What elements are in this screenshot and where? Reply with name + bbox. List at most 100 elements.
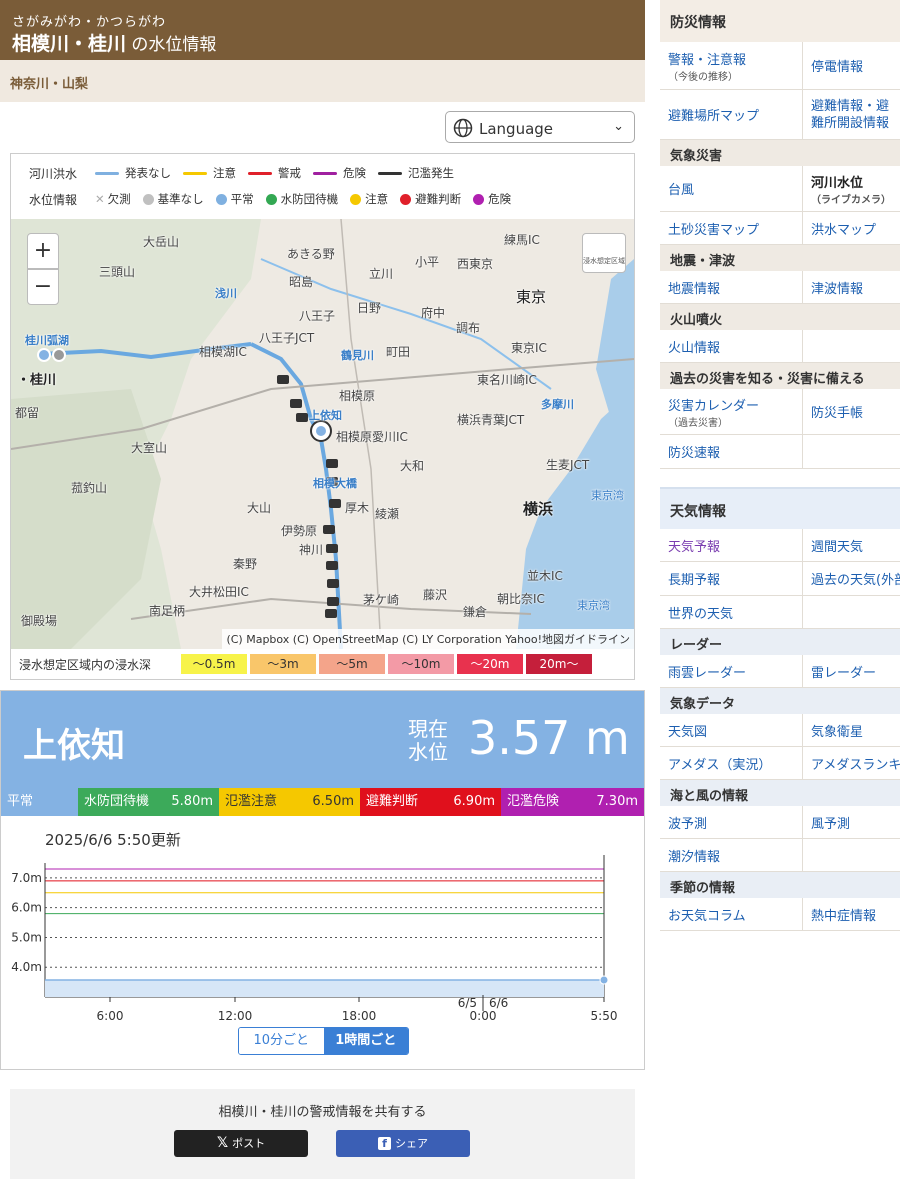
level-legend-item: ✕ 欠測: [95, 191, 131, 207]
sidebar-empty-cell: [803, 596, 900, 628]
tab-10min[interactable]: 10分ごと: [239, 1028, 324, 1054]
x-tick-label: 5:50: [591, 1009, 618, 1021]
sidebar-link-alerts[interactable]: 防災速報: [660, 435, 803, 468]
legend-label: 危険: [343, 166, 366, 180]
sidebar-link-weather-map[interactable]: 天気図: [660, 714, 803, 746]
sidebar-link-column[interactable]: お天気コラム: [660, 898, 803, 930]
sidebar-link-amedas-ranking[interactable]: アメダスランキング: [803, 747, 900, 779]
sidebar-link-evacuation[interactable]: 避難情報・避難所開設情報: [803, 90, 900, 139]
sidebar-subheading: レーダー: [660, 629, 900, 655]
sidebar-empty-cell: [803, 839, 900, 871]
map-label: 大井松田IC: [189, 585, 249, 599]
level-legend-item: 危険: [473, 191, 511, 207]
level-legend: 水位情報 ✕ 欠測 基準なし 平常 水防団待機 注意 避難判断 危険: [29, 190, 523, 208]
legend-dot-swatch: [265, 193, 277, 205]
x-post-button[interactable]: 𝕏 ポスト: [174, 1130, 308, 1157]
level-threshold-segment: 平常: [1, 788, 78, 816]
x-tick-label: 6:00: [97, 1009, 124, 1021]
sidebar-link-amedas[interactable]: アメダス（実況）: [660, 747, 803, 779]
sidebar-link-warnings[interactable]: 警報・注意報 （今後の推移）: [660, 42, 803, 89]
map-label: 茅ケ崎: [363, 593, 400, 607]
sidebar-link-tide[interactable]: 潮汐情報: [660, 839, 803, 871]
level-threshold-segment: 氾濫注意 6.50m: [219, 788, 360, 816]
legend-label: 水防団待機: [280, 192, 339, 206]
y-tick-label: 4.0m: [11, 960, 42, 974]
sidebar-link-label: 警報・注意報: [668, 52, 747, 68]
sidebar-link-flood-map[interactable]: 洪水マップ: [803, 212, 900, 244]
sidebar-subheading: 過去の災害を知る・災害に備える: [660, 363, 900, 389]
legend-dot-swatch: [400, 193, 412, 205]
legend-line-swatch: [183, 171, 207, 175]
x-tick-label: 18:00: [342, 1009, 377, 1021]
map-label: 藤沢: [423, 588, 448, 602]
threshold-value: 5.80m: [171, 794, 213, 809]
sidebar-link-satellite[interactable]: 気象衛星: [803, 714, 900, 746]
sidebar-link-rain-radar[interactable]: 雨雲レーダー: [660, 655, 803, 687]
map-label: 横浜: [523, 500, 554, 518]
sidebar-link-river-level[interactable]: 河川水位 （ライブカメラ）: [803, 166, 900, 211]
tab-1hour[interactable]: 1時間ごと: [323, 1028, 408, 1054]
sidebar-link-calendar[interactable]: 災害カレンダー （過去災害）: [660, 389, 803, 434]
legend-label: 欠測: [107, 192, 131, 206]
legend-label: 注意: [213, 166, 236, 180]
sidebar-link-forecast[interactable]: 天気予報: [660, 529, 803, 561]
legend-label: 危険: [488, 192, 512, 206]
x-tick-label: 12:00: [218, 1009, 253, 1021]
sidebar-link-volcano[interactable]: 火山情報: [660, 330, 803, 362]
sidebar-link-thunder-radar[interactable]: 雷レーダー: [803, 655, 900, 687]
sidebar-link-tsunami[interactable]: 津波情報: [803, 271, 900, 303]
sidebar-empty-cell: [803, 435, 900, 468]
facebook-share-button[interactable]: f シェア: [336, 1130, 470, 1157]
sidebar-subheading: 地震・津波: [660, 245, 900, 271]
threshold-label: 氾濫危険: [507, 794, 560, 809]
map-label: 八王子JCT: [259, 331, 315, 345]
river-map[interactable]: + − 浸水想定区域 三頭山 大岳山 あきる野 立川 小平 西東京 練馬IC 浅…: [11, 219, 634, 649]
level-legend-item: 水防団待機: [265, 191, 339, 207]
level-threshold-bar: 平常 水防団待機 5.80m 氾濫注意 6.50m 避難判断 6.90m 氾濫危険 7.30m: [1, 788, 644, 816]
legend-line-swatch: [95, 171, 119, 175]
sidebar-link-shelter-map[interactable]: 避難場所マップ: [660, 90, 803, 139]
sidebar-link-heatstroke[interactable]: 熱中症情報: [803, 898, 900, 930]
threshold-label: 氾濫注意: [225, 794, 278, 809]
zoom-out-button[interactable]: −: [27, 269, 59, 305]
sidebar-link-note: （今後の推移）: [668, 71, 738, 83]
sidebar-link-past-weather[interactable]: 過去の天気(外部サイト): [803, 562, 900, 595]
level-threshold-segment: 氾濫危険 7.30m: [501, 788, 644, 816]
map-label: 大室山: [131, 441, 168, 455]
map-label: 菰釣山: [71, 481, 108, 495]
sidebar-link-typhoon[interactable]: 台風: [660, 166, 803, 211]
sidebar-link-outage[interactable]: 停電情報: [803, 42, 900, 89]
map-label: 御殿場: [21, 614, 58, 628]
sidebar-link-wind[interactable]: 風予測: [803, 806, 900, 838]
sidebar-link-waves[interactable]: 波予測: [660, 806, 803, 838]
share-text: 相模川・桂川の警戒情報を共有する: [218, 1105, 427, 1120]
map-label: 西東京: [457, 257, 494, 271]
threshold-value: 7.30m: [596, 794, 638, 809]
current-level-label: 現在水位: [408, 717, 448, 764]
map-label: 八王子: [299, 309, 336, 323]
sidebar-link-weekly[interactable]: 週間天気: [803, 529, 900, 561]
share-panel: 相模川・桂川の警戒情報を共有する 𝕏 ポスト f シェア: [10, 1089, 635, 1179]
map-label: 横浜青葉JCT: [457, 413, 525, 427]
depth-legend-label: 浸水想定区域内の浸水深: [19, 657, 152, 672]
threshold-label: 避難判断: [366, 794, 419, 809]
sidebar-link-earthquake[interactable]: 地震情報: [660, 271, 803, 303]
map-attribution[interactable]: (C) Mapbox (C) OpenStreetMap (C) LY Corp…: [222, 629, 634, 649]
flood-zone-toggle[interactable]: 浸水想定区域: [582, 233, 626, 273]
updated-time: 2025/6/6 5:50更新: [45, 831, 181, 849]
flood-legend-item: 氾濫発生: [378, 165, 454, 181]
zoom-in-button[interactable]: +: [27, 233, 59, 269]
language-select[interactable]: Language ⌄: [445, 111, 635, 143]
sidebar-link-landslide[interactable]: 土砂災害マップ: [660, 212, 803, 244]
sidebar-link-long-range[interactable]: 長期予報: [660, 562, 803, 595]
map-label: 相模原: [339, 389, 376, 403]
depth-legend-item: 20m〜: [526, 654, 592, 674]
map-label: 厚木: [345, 501, 370, 515]
flood-legend-label: 河川洪水: [29, 166, 78, 181]
page-header: さがみがわ・かつらがわ 相模川・桂川 の水位情報: [0, 0, 645, 60]
flood-legend-item: 警戒: [248, 165, 301, 181]
sidebar-link-handbook[interactable]: 防災手帳: [803, 389, 900, 434]
map-label: 相模湖IC: [199, 345, 247, 359]
interval-tabs: 10分ごと 1時間ごと: [238, 1027, 409, 1055]
sidebar-link-world[interactable]: 世界の天気: [660, 596, 803, 628]
